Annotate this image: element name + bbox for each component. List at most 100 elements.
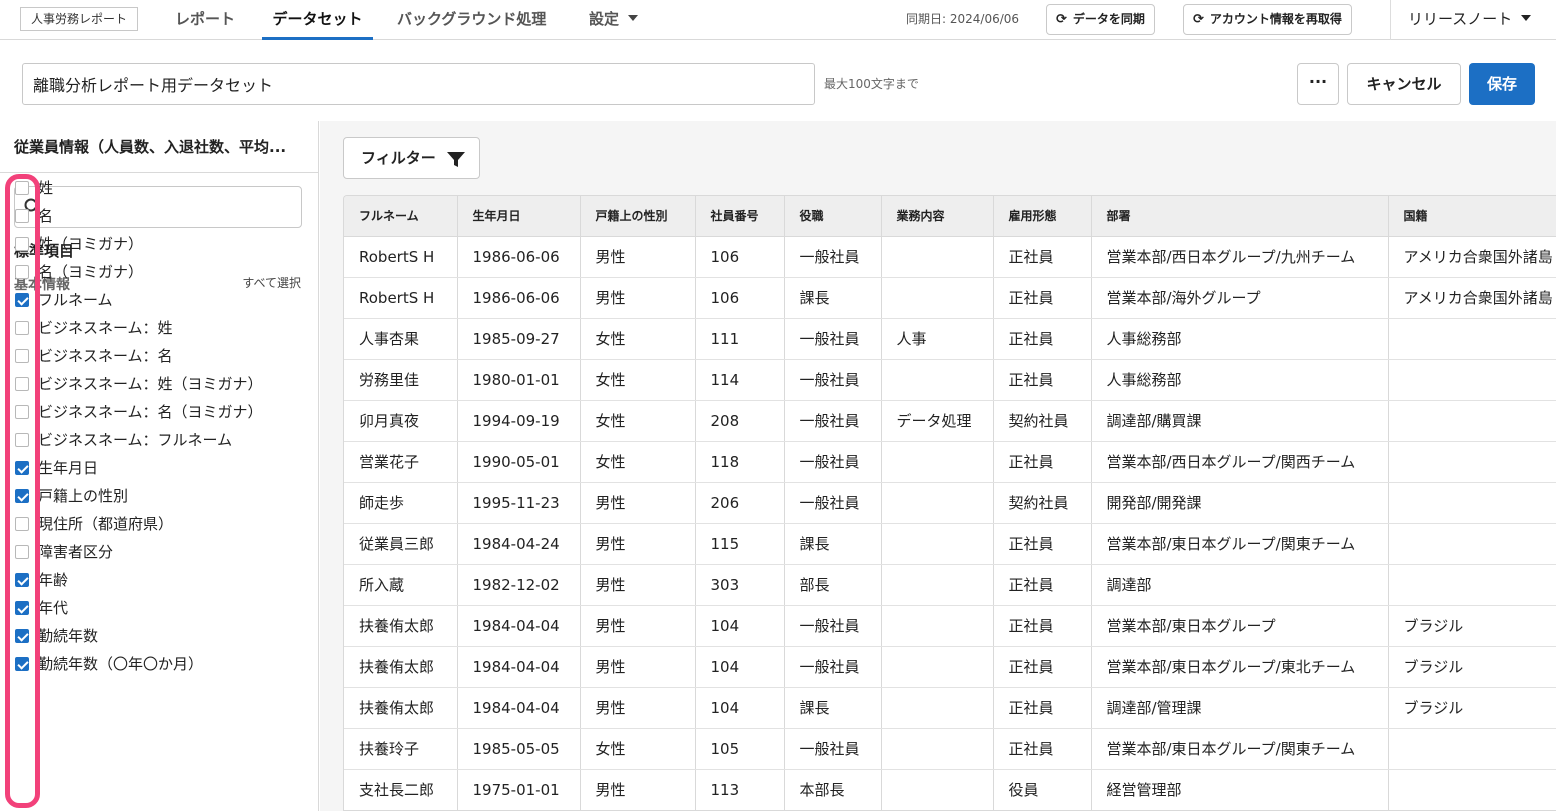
- field-item[interactable]: 名: [0, 202, 318, 230]
- save-button[interactable]: 保存: [1469, 63, 1535, 105]
- table-cell: 正社員: [993, 236, 1092, 278]
- table-cell: 男性: [580, 605, 696, 647]
- filter-button[interactable]: フィルター: [343, 137, 480, 179]
- field-item[interactable]: 生年月日: [0, 454, 318, 482]
- table-cell: 1980-01-01: [457, 359, 581, 401]
- table-cell: 部長: [784, 564, 882, 606]
- field-checkbox[interactable]: [15, 517, 29, 531]
- field-item[interactable]: 障害者区分: [0, 538, 318, 566]
- table-cell: [881, 236, 994, 278]
- field-item[interactable]: ビジネスネーム：フルネーム: [0, 426, 318, 454]
- table-cell: 師走歩: [344, 482, 458, 524]
- field-checkbox[interactable]: [15, 405, 29, 419]
- table-cell: 女性: [580, 318, 696, 360]
- table-cell: アメリカ合衆国外諸島: [1388, 277, 1556, 319]
- field-checkbox[interactable]: [15, 433, 29, 447]
- tab-background-processing[interactable]: バックグラウンド処理: [397, 0, 546, 40]
- field-checkbox[interactable]: [15, 181, 29, 195]
- table-cell: 111: [695, 318, 785, 360]
- table-cell: 1984-04-04: [457, 687, 581, 729]
- field-item[interactable]: 現住所（都道府県）: [0, 510, 318, 538]
- table-cell: 開発部/開発課: [1091, 482, 1389, 524]
- field-checkbox[interactable]: [15, 657, 29, 671]
- tab-settings[interactable]: 設定: [589, 0, 639, 40]
- field-item[interactable]: 名（ヨミガナ）: [0, 258, 318, 286]
- table-cell: 男性: [580, 769, 696, 810]
- table-cell: 1990-05-01: [457, 441, 581, 483]
- field-checkbox[interactable]: [15, 573, 29, 587]
- release-notes-menu[interactable]: リリースノート: [1408, 0, 1532, 38]
- field-item[interactable]: 戸籍上の性別: [0, 482, 318, 510]
- table-cell: 正社員: [993, 359, 1092, 401]
- table-cell: 扶養侑太郎: [344, 605, 458, 647]
- table-cell: 営業本部/海外グループ: [1091, 277, 1389, 319]
- table-cell: 正社員: [993, 441, 1092, 483]
- table-cell: [1388, 728, 1556, 770]
- field-checkbox[interactable]: [15, 601, 29, 615]
- field-item[interactable]: 年齢: [0, 566, 318, 594]
- table-cell: ブラジル: [1388, 646, 1556, 688]
- field-item[interactable]: フルネーム: [0, 286, 318, 314]
- table-row: 営業花子 1990-05-01 女性 118 一般社員 正社員 営業本部/西日本グループ/関…: [344, 441, 1556, 483]
- field-label: 姓: [38, 179, 54, 197]
- field-label: フルネーム: [38, 291, 113, 309]
- table-cell: 営業本部/東日本グループ/関東チーム: [1091, 523, 1389, 565]
- table-cell: 課長: [784, 687, 882, 729]
- field-label: ビジネスネーム：姓: [38, 319, 173, 337]
- table-cell: 女性: [580, 359, 696, 401]
- table-cell: 営業本部/東日本グループ/東北チーム: [1091, 646, 1389, 688]
- table-cell: 男性: [580, 523, 696, 565]
- table-cell: 課長: [784, 277, 882, 319]
- table-cell: [881, 359, 994, 401]
- table-cell: 本部長: [784, 769, 882, 810]
- table-body: RobertS H 1986-06-06 男性 106 一般社員 正社員 営業本部/西日本グ…: [344, 236, 1556, 810]
- sync-data-button[interactable]: ⟳ データを同期: [1046, 4, 1155, 35]
- field-checkbox[interactable]: [15, 489, 29, 503]
- field-item[interactable]: 勤続年数: [0, 622, 318, 650]
- field-item[interactable]: ビジネスネーム：名（ヨミガナ）: [0, 398, 318, 426]
- table-cell: 1986-06-06: [457, 236, 581, 278]
- field-item[interactable]: 年代: [0, 594, 318, 622]
- column-header: 役職: [784, 196, 882, 237]
- table-cell: 人事: [881, 318, 994, 360]
- field-checkbox[interactable]: [15, 461, 29, 475]
- field-checkbox[interactable]: [15, 377, 29, 391]
- field-checkbox[interactable]: [15, 293, 29, 307]
- field-checkbox[interactable]: [15, 629, 29, 643]
- table-cell: 女性: [580, 441, 696, 483]
- field-item[interactable]: 姓（ヨミガナ）: [0, 230, 318, 258]
- field-item[interactable]: ビジネスネーム：名: [0, 342, 318, 370]
- field-checkbox[interactable]: [15, 237, 29, 251]
- table-cell: 営業本部/西日本グループ/関西チーム: [1091, 441, 1389, 483]
- tab-datasets[interactable]: データセット: [262, 0, 373, 40]
- app-brand[interactable]: 人事労務レポート: [20, 7, 139, 31]
- table-cell: 303: [695, 564, 785, 606]
- table-cell: 男性: [580, 646, 696, 688]
- field-checkbox[interactable]: [15, 321, 29, 335]
- field-checkbox[interactable]: [15, 209, 29, 223]
- sidebar-heading[interactable]: 従業員情報（人員数、入退社数、平均...: [0, 121, 318, 173]
- table-cell: [1388, 359, 1556, 401]
- table-cell: ブラジル: [1388, 687, 1556, 729]
- field-checkbox[interactable]: [15, 265, 29, 279]
- table-cell: [881, 605, 994, 647]
- refetch-account-button[interactable]: ⟳ アカウント情報を再取得: [1183, 4, 1352, 35]
- table-cell: 支社長二郎: [344, 769, 458, 810]
- field-checkbox[interactable]: [15, 545, 29, 559]
- more-options-button[interactable]: ···: [1297, 63, 1339, 105]
- table-cell: 正社員: [993, 646, 1092, 688]
- table-cell: 104: [695, 646, 785, 688]
- table-cell: 女性: [580, 400, 696, 442]
- tab-reports[interactable]: レポート: [175, 0, 235, 40]
- table-row: 師走歩 1995-11-23 男性 206 一般社員 契約社員 開発部/開発課: [344, 482, 1556, 524]
- table-cell: 役員: [993, 769, 1092, 810]
- table-cell: 1982-12-02: [457, 564, 581, 606]
- field-item[interactable]: ビジネスネーム：姓: [0, 314, 318, 342]
- cancel-button[interactable]: キャンセル: [1347, 63, 1461, 105]
- field-checkbox[interactable]: [15, 349, 29, 363]
- field-item[interactable]: 勤続年数（〇年〇か月）: [0, 650, 318, 678]
- dataset-name-input[interactable]: [22, 63, 815, 105]
- table-cell: [1388, 441, 1556, 483]
- field-item[interactable]: ビジネスネーム：姓（ヨミガナ）: [0, 370, 318, 398]
- field-item[interactable]: 姓: [0, 174, 318, 202]
